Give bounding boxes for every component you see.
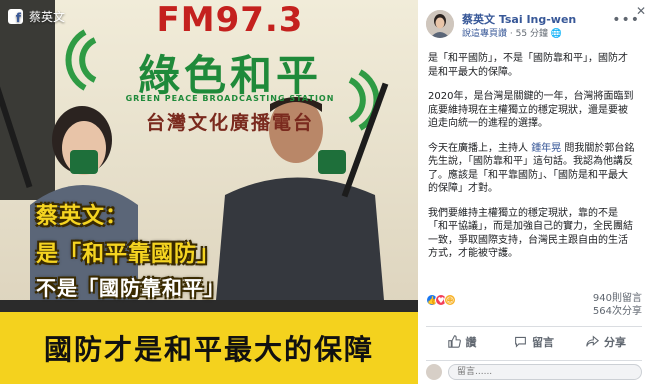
comment-icon [515,336,526,348]
caption-line-2: 是「和平靠國防」 [36,242,221,267]
photo-owner: f 蔡英文 [8,8,65,25]
like-label: 讚 [465,335,477,349]
avatar-image [426,10,454,38]
banner-text: 國防才是和平最大的保障 [43,333,374,366]
haha-icon: ☺ [444,294,456,306]
comment-button[interactable]: 留言 [498,334,570,350]
post-photo[interactable]: FM97.3 綠色和平 GREEN PEACE BROADCASTING STA… [0,0,418,384]
post-paragraph: 今天在廣播上，主持人 鍾年晃 問我關於郭台銘先生說，「國防靠和平」這句話。我認為… [428,142,635,195]
page-like-link[interactable]: 說這專頁讚 [462,29,507,39]
post-body: 是「和平國防」，不是「國防靠和平」，國防才是和平最大的保障。 2020年，是台灣… [428,52,636,272]
post-paragraph: 2020年，是台灣是關鍵的一年，台灣將面臨到底要維持現在主權獨立的穩定現狀，還是… [428,91,634,129]
caption-speaker: 蔡英文： [36,204,129,229]
comment-count[interactable]: 940則留言 [593,292,642,305]
comment-input[interactable] [448,364,642,380]
post-paragraph: 我們要維持主權獨立的穩定現狀，靠的不是「和平協議」，而是加強自己的實力，全民團結… [428,207,633,260]
share-icon [586,335,599,347]
caption-banner: 國防才是和平最大的保障 [0,312,418,384]
post-actions: 讚 留言 分享 [426,326,642,356]
mention-link[interactable]: 鍾年晃 [531,143,561,154]
share-count[interactable]: 564次分享 [593,305,642,318]
caption-line-3: 不是「國防靠和平」 [36,276,225,300]
viewer-avatar [426,364,442,380]
share-label: 分享 [604,335,626,349]
reactions-summary[interactable]: 👍 ♥ ☺ [426,294,456,306]
author-avatar[interactable] [426,10,454,38]
thumbs-up-icon [447,335,461,348]
photo-owner-name: 蔡英文 [29,10,66,24]
post-panel: 蔡英文 Tsai Ing-wen 說這專頁讚 · 55 分鐘 🌐 ••• ✕ 是… [418,0,650,384]
author-name[interactable]: 蔡英文 Tsai Ing-wen [462,11,576,27]
comment-label: 留言 [532,335,554,349]
station-frequency: FM97.3 [156,0,304,40]
post-stats: 👍 ♥ ☺ 940則留言 564次分享 [426,292,642,324]
post-meta: 說這專頁讚 · 55 分鐘 🌐 [462,26,562,39]
like-button[interactable]: 讚 [426,334,498,350]
station-name-en: GREEN PEACE BROADCASTING STATION [125,94,335,103]
comment-composer [426,360,642,380]
station-name-zh: 台灣文化廣播電台 [145,112,314,134]
post-time[interactable]: 55 分鐘 [516,29,548,39]
stats-counts: 940則留言 564次分享 [593,292,642,318]
share-button[interactable]: 分享 [570,334,642,350]
facebook-icon: f [8,9,23,24]
close-icon[interactable]: ✕ [636,4,646,18]
post-paragraph: 是「和平國防」，不是「國防靠和平」，國防才是和平最大的保障。 [428,53,628,78]
post-header: 蔡英文 Tsai Ing-wen 說這專頁讚 · 55 分鐘 🌐 ••• ✕ [426,4,646,42]
globe-icon: 🌐 [550,29,563,39]
